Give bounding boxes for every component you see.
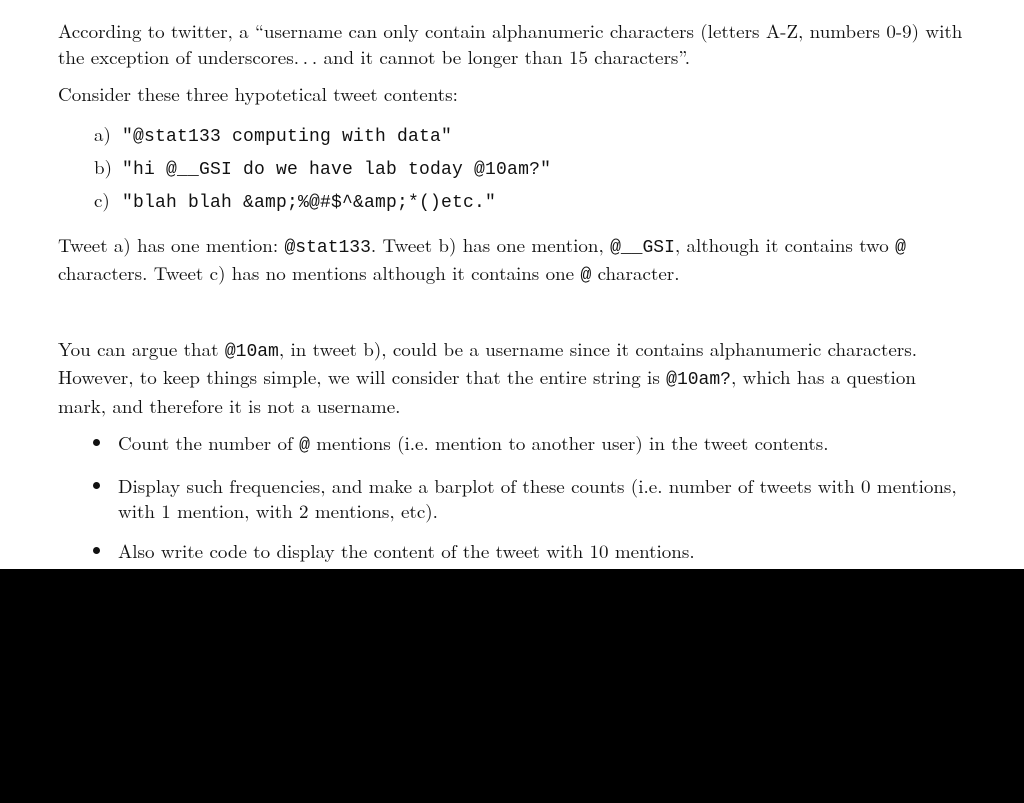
text: . Tweet b) has one mention, xyxy=(371,231,610,258)
text: mentions (i.e. mention to another user) … xyxy=(310,429,829,456)
at-char: @ xyxy=(895,238,906,258)
mention-10am: @10am xyxy=(225,342,279,362)
example-b-label: b) xyxy=(94,152,122,181)
example-b: b) "hi @__GSI do we have lab today @10am… xyxy=(94,152,966,185)
consider-paragraph: Consider these three hypotetical tweet c… xyxy=(58,81,966,107)
text: Count the number of xyxy=(118,429,299,456)
intro-paragraph: According to twitter, a “username can on… xyxy=(58,18,966,69)
text: character. xyxy=(591,259,679,286)
document-body: According to twitter, a “username can on… xyxy=(0,0,1024,588)
example-a: a) "@stat133 computing with data" xyxy=(94,119,966,152)
example-a-label: a) xyxy=(94,119,122,148)
example-c-label: c) xyxy=(94,185,122,214)
text: characters. Tweet c) has no mentions alt… xyxy=(58,259,580,286)
black-region xyxy=(0,569,1024,803)
text: Tweet a) has one mention: xyxy=(58,231,284,258)
task-ten-mentions: Also write code to display the content o… xyxy=(114,538,966,564)
example-b-text: "hi @__GSI do we have lab today @10am?" xyxy=(122,157,551,185)
mention-gsi: @__GSI xyxy=(610,238,675,258)
mention-stat133: @stat133 xyxy=(284,238,370,258)
example-c: c) "blah blah &amp;%@#$^&amp;*()etc." xyxy=(94,185,966,218)
text: You can argue that xyxy=(58,335,225,362)
text: , although it contains two xyxy=(675,231,895,258)
explanation-paragraph: Tweet a) has one mention: @stat133. Twee… xyxy=(58,232,966,289)
task-list: Count the number of @ mentions (i.e. men… xyxy=(58,430,966,563)
task-count: Count the number of @ mentions (i.e. men… xyxy=(114,430,966,458)
example-c-text: "blah blah &amp;%@#$^&amp;*()etc." xyxy=(122,190,496,218)
argue-paragraph: You can argue that @10am, in tweet b), c… xyxy=(58,336,966,418)
example-a-text: "@stat133 computing with data" xyxy=(122,124,452,152)
at-char: @ xyxy=(299,436,310,456)
mention-10amq: @10am? xyxy=(666,370,731,390)
task-barplot: Display such frequencies, and make a bar… xyxy=(114,473,966,524)
at-char: @ xyxy=(580,266,591,286)
example-list: a) "@stat133 computing with data" b) "hi… xyxy=(94,119,966,218)
